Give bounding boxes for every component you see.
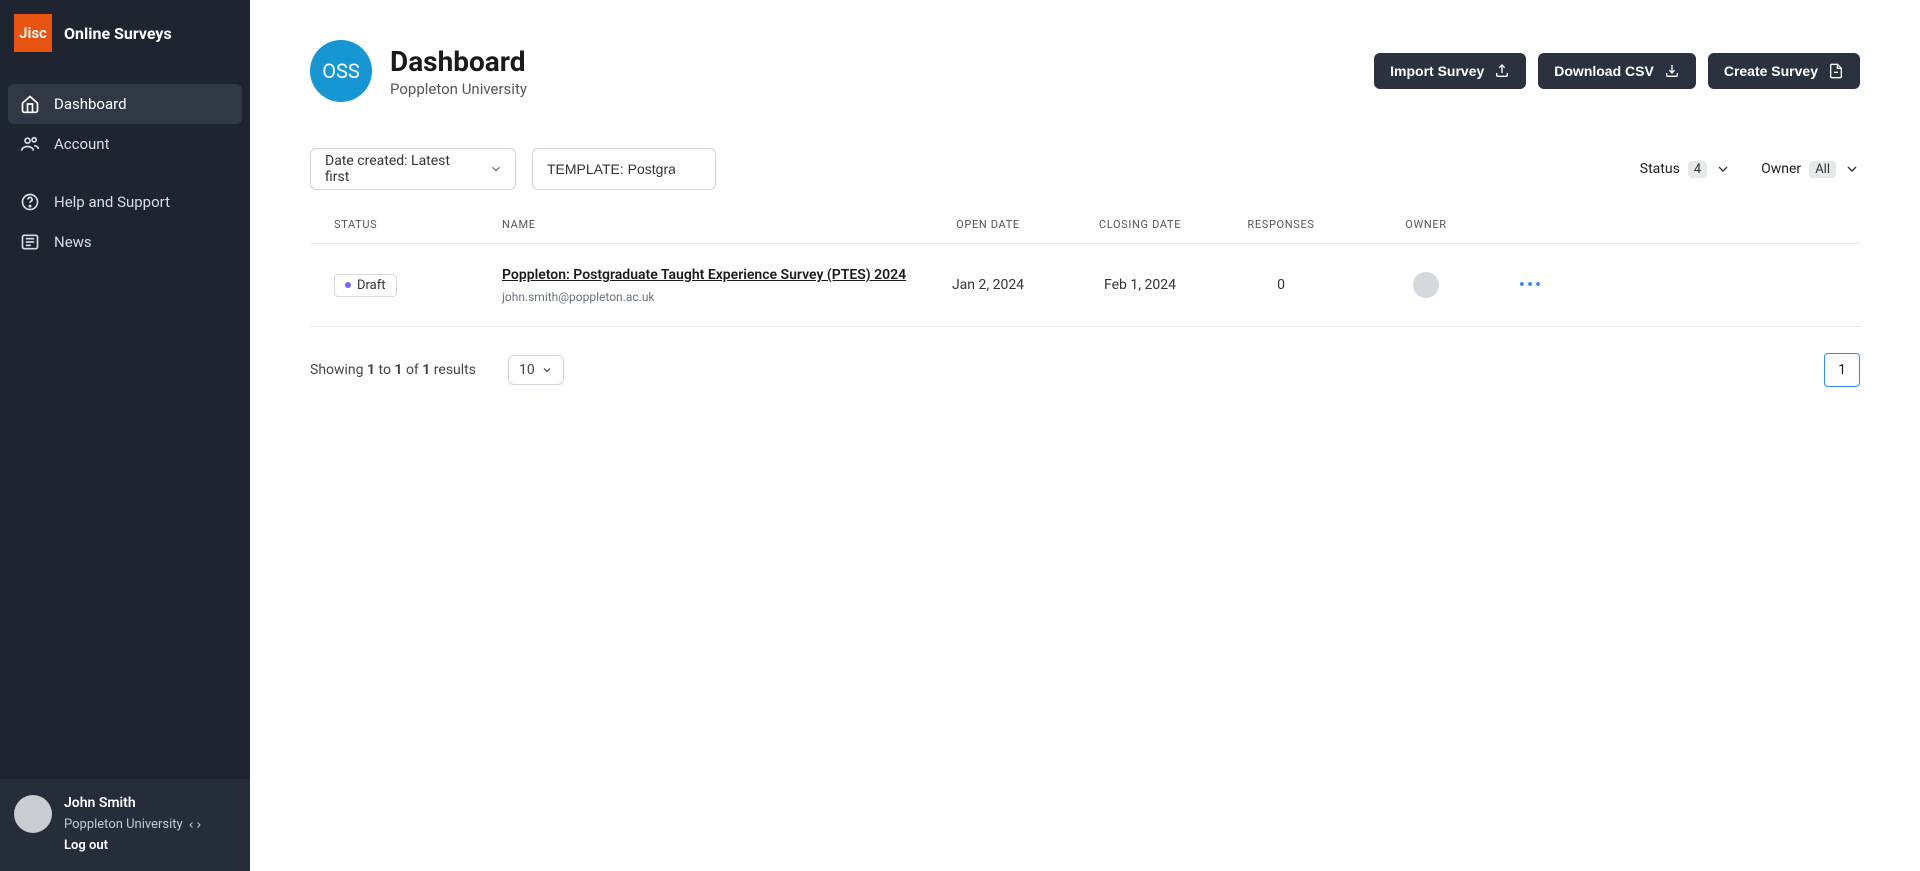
row-actions-menu[interactable]: ••• [1506,275,1556,296]
import-survey-button[interactable]: Import Survey [1374,53,1526,89]
close-date: Feb 1, 2024 [1064,277,1216,293]
home-icon [20,94,40,114]
pagination: Showing 1 to 1 of 1 results 10 1 [310,353,1860,387]
user-info: John Smith Poppleton University Log out [64,795,236,853]
user-org-selector[interactable]: Poppleton University [64,817,236,832]
chevron-down-icon [489,162,503,176]
sidebar-item-news[interactable]: News [8,222,242,262]
user-org-label: Poppleton University [64,817,183,832]
sidebar: Jisc Online Surveys Dashboard Account [0,0,250,871]
button-label: Create Survey [1724,63,1818,79]
sidebar-item-label: Dashboard [54,95,127,113]
search-input[interactable] [547,161,675,177]
dots-icon: ••• [1519,275,1543,296]
brand-title: Online Surveys [64,24,172,43]
col-owner: OWNER [1346,218,1506,231]
survey-table: STATUS NAME OPEN DATE CLOSING DATE RESPO… [310,218,1860,327]
col-open-date: OPEN DATE [912,218,1064,231]
survey-name-link[interactable]: Poppleton: Postgraduate Taught Experienc… [502,267,906,283]
users-icon [20,134,40,154]
create-survey-button[interactable]: Create Survey [1708,53,1860,89]
owner-avatar [1413,272,1439,298]
sidebar-item-dashboard[interactable]: Dashboard [8,84,242,124]
col-name: NAME [502,218,912,231]
page-number-1[interactable]: 1 [1824,353,1860,387]
showing-text: Showing 1 to 1 of 1 results [310,362,476,378]
page-size-select[interactable]: 10 [508,355,564,385]
owner-filter-label: Owner [1761,161,1801,177]
responses-count: 0 [1216,277,1346,293]
main-content: OSS Dashboard Poppleton University Impor… [250,0,1920,871]
button-label: Download CSV [1554,63,1654,79]
document-icon [1828,63,1844,79]
header-actions: Import Survey Download CSV Create Survey [1374,53,1860,89]
chevron-down-icon [541,364,553,376]
search-input-wrapper [532,148,716,190]
org-avatar: OSS [310,40,372,102]
download-icon [1664,63,1680,79]
sidebar-nav: Dashboard Account Help and Support News [0,66,250,262]
status-filter[interactable]: Status 4 [1640,161,1731,178]
sidebar-item-account[interactable]: Account [8,124,242,164]
upload-icon [1494,63,1510,79]
owner-filter-value: All [1809,161,1836,178]
sidebar-item-help[interactable]: Help and Support [8,182,242,222]
status-text: Draft [357,278,386,293]
sidebar-item-label: News [54,233,92,251]
user-name: John Smith [64,795,236,811]
open-date: Jan 2, 2024 [912,277,1064,293]
page-subtitle: Poppleton University [390,80,527,98]
chevron-down-icon [1844,161,1860,177]
sidebar-footer: John Smith Poppleton University Log out [0,779,250,871]
col-closing-date: CLOSING DATE [1064,218,1216,231]
sidebar-item-label: Account [54,135,110,153]
page-header: OSS Dashboard Poppleton University Impor… [310,40,1860,102]
swap-icon [189,819,201,831]
chevron-down-icon [1715,161,1731,177]
user-avatar [14,795,52,833]
sort-select[interactable]: Date created: Latest first [310,148,516,190]
brand-logo: Jisc [14,14,52,52]
survey-owner-email: john.smith@poppleton.ac.uk [502,290,912,304]
col-responses: RESPONSES [1216,218,1346,231]
page-size-value: 10 [519,362,535,378]
status-filter-label: Status [1640,161,1680,177]
brand: Jisc Online Surveys [0,0,250,66]
status-dot-icon [345,282,351,288]
page-title: Dashboard [390,45,527,78]
sidebar-item-label: Help and Support [54,193,170,211]
sort-label: Date created: Latest first [325,153,475,185]
status-filter-count: 4 [1688,161,1707,178]
button-label: Import Survey [1390,63,1484,79]
table-header: STATUS NAME OPEN DATE CLOSING DATE RESPO… [310,218,1860,244]
col-status: STATUS [334,218,502,231]
newspaper-icon [20,232,40,252]
download-csv-button[interactable]: Download CSV [1538,53,1696,89]
owner-filter[interactable]: Owner All [1761,161,1860,178]
help-icon [20,192,40,212]
status-chip: Draft [334,274,397,297]
filters-row: Date created: Latest first Status 4 Owne… [310,148,1860,190]
table-row: Draft Poppleton: Postgraduate Taught Exp… [310,244,1860,327]
logout-link[interactable]: Log out [64,838,236,853]
